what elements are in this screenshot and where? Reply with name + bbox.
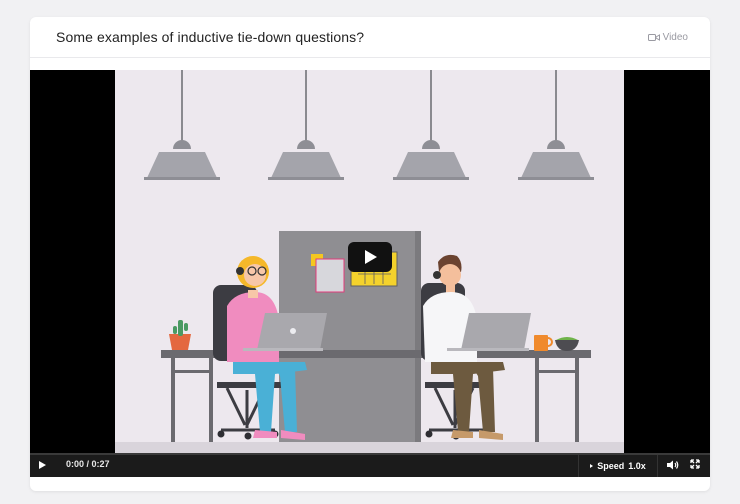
time-display: 0:00 / 0:27 <box>66 459 110 469</box>
content-type-text: Video <box>662 32 688 43</box>
card-header: Some examples of inductive tie-down ques… <box>30 17 710 58</box>
video-camera-icon <box>647 34 660 41</box>
caret-right-icon <box>590 464 594 468</box>
fullscreen-icon[interactable] <box>690 459 700 469</box>
volume-icon[interactable] <box>667 460 679 470</box>
player-controls-bar: 0:00 / 0:27 Speed 1.0x <box>30 453 710 477</box>
card-title: Some examples of inductive tie-down ques… <box>56 29 365 45</box>
speed-value: 1.0x <box>628 461 646 471</box>
content-type-label: Video <box>647 32 688 43</box>
speed-label: Speed <box>597 461 625 471</box>
big-play-button[interactable] <box>348 242 392 272</box>
play-icon[interactable] <box>39 461 46 469</box>
video-player[interactable]: 0:00 / 0:27 Speed 1.0x <box>30 70 710 477</box>
video-card: Some examples of inductive tie-down ques… <box>30 17 710 491</box>
speed-button[interactable]: Speed 1.0x <box>578 455 658 477</box>
